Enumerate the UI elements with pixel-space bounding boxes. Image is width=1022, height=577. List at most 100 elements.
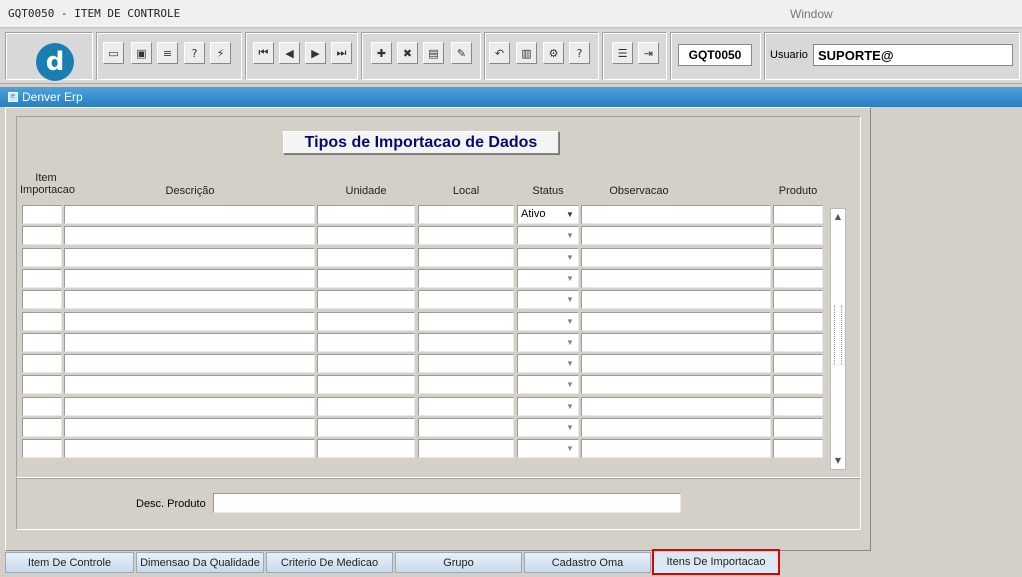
edit-icon[interactable]: ✎: [451, 42, 472, 64]
tab-dimensao-da-qualidade[interactable]: Dimensao Da Qualidade: [136, 552, 264, 573]
cell-descricao[interactable]: [64, 311, 315, 331]
cell-local[interactable]: [418, 247, 514, 267]
scroll-up-icon[interactable]: ▲: [831, 210, 845, 224]
chevron-down-icon[interactable]: ▼: [563, 314, 577, 329]
cell-observacao[interactable]: [581, 247, 771, 267]
cell-item-importacao[interactable]: [22, 354, 62, 374]
cell-descricao[interactable]: [64, 247, 315, 267]
previous-record-icon[interactable]: ◀: [279, 42, 300, 64]
cell-item-importacao[interactable]: [22, 268, 62, 288]
delete-record-icon[interactable]: ✖: [397, 42, 418, 64]
save-icon[interactable]: ▭: [103, 42, 124, 64]
list-icon[interactable]: ▤: [423, 42, 444, 64]
status-select[interactable]: ▼: [517, 354, 579, 374]
cell-unidade[interactable]: [317, 354, 415, 374]
cell-descricao[interactable]: [64, 205, 315, 224]
tab-item-de-controle[interactable]: Item De Controle: [5, 552, 134, 573]
cell-descricao[interactable]: [64, 418, 315, 437]
tab-grupo[interactable]: Grupo: [395, 552, 522, 573]
status-select[interactable]: ▼: [517, 247, 579, 267]
status-select[interactable]: ▼: [517, 439, 579, 459]
tab-criterio-de-medicao[interactable]: Criterio De Medicao: [266, 552, 393, 573]
cell-produto[interactable]: [773, 418, 823, 437]
cell-descricao[interactable]: [64, 354, 315, 374]
status-select[interactable]: ▼: [517, 396, 579, 416]
cell-unidade[interactable]: [317, 247, 415, 267]
cell-descricao[interactable]: [64, 375, 315, 395]
cell-descricao[interactable]: [64, 290, 315, 310]
insert-record-icon[interactable]: ✚: [371, 42, 392, 64]
cell-descricao[interactable]: [64, 396, 315, 416]
cell-observacao[interactable]: [581, 226, 771, 246]
cell-item-importacao[interactable]: [22, 205, 62, 224]
cell-unidade[interactable]: [317, 439, 415, 459]
cell-observacao[interactable]: [581, 268, 771, 288]
cell-item-importacao[interactable]: [22, 418, 62, 437]
cell-produto[interactable]: [773, 354, 823, 374]
chevron-down-icon[interactable]: ▼: [563, 292, 577, 307]
cell-descricao[interactable]: [64, 226, 315, 246]
scroll-down-icon[interactable]: ▼: [831, 454, 845, 468]
cell-unidade[interactable]: [317, 396, 415, 416]
cell-produto[interactable]: [773, 396, 823, 416]
cell-observacao[interactable]: [581, 205, 771, 224]
cell-unidade[interactable]: [317, 418, 415, 437]
chevron-down-icon[interactable]: ▼: [563, 271, 577, 286]
chevron-down-icon[interactable]: ▼: [563, 228, 577, 243]
cell-produto[interactable]: [773, 332, 823, 352]
cell-local[interactable]: [418, 268, 514, 288]
last-record-icon[interactable]: ⏭: [331, 42, 352, 64]
chevron-down-icon[interactable]: ▼: [563, 441, 577, 456]
chevron-down-icon[interactable]: ▼: [563, 207, 577, 222]
cell-item-importacao[interactable]: [22, 375, 62, 395]
cell-item-importacao[interactable]: [22, 396, 62, 416]
cell-unidade[interactable]: [317, 375, 415, 395]
cell-local[interactable]: [418, 332, 514, 352]
cell-local[interactable]: [418, 418, 514, 437]
chevron-down-icon[interactable]: ▼: [563, 335, 577, 350]
help-icon[interactable]: ?: [569, 42, 590, 64]
cell-item-importacao[interactable]: [22, 439, 62, 459]
cell-unidade[interactable]: [317, 311, 415, 331]
status-select[interactable]: ▼: [517, 226, 579, 246]
cell-item-importacao[interactable]: [22, 290, 62, 310]
chevron-down-icon[interactable]: ▼: [563, 399, 577, 414]
print-icon[interactable]: ≡: [157, 42, 178, 64]
cell-item-importacao[interactable]: [22, 332, 62, 352]
cell-observacao[interactable]: [581, 396, 771, 416]
cell-unidade[interactable]: [317, 205, 415, 224]
chevron-down-icon[interactable]: ▼: [563, 356, 577, 371]
cell-descricao[interactable]: [64, 268, 315, 288]
cell-local[interactable]: [418, 354, 514, 374]
cell-produto[interactable]: [773, 290, 823, 310]
cell-unidade[interactable]: [317, 268, 415, 288]
exit-icon[interactable]: ⇥: [638, 42, 659, 64]
window-menu[interactable]: Window: [790, 7, 833, 21]
menu-icon[interactable]: ☰: [612, 42, 633, 64]
cell-observacao[interactable]: [581, 311, 771, 331]
cell-local[interactable]: [418, 439, 514, 459]
cell-unidade[interactable]: [317, 226, 415, 246]
screen-icon[interactable]: ▣: [131, 42, 152, 64]
cell-local[interactable]: [418, 290, 514, 310]
next-record-icon[interactable]: ▶: [305, 42, 326, 64]
cell-local[interactable]: [418, 396, 514, 416]
chevron-down-icon[interactable]: ▼: [563, 420, 577, 435]
tab-cadastro-oma[interactable]: Cadastro Oma: [524, 552, 651, 573]
cell-produto[interactable]: [773, 226, 823, 246]
cell-produto[interactable]: [773, 311, 823, 331]
cell-produto[interactable]: [773, 439, 823, 459]
cell-item-importacao[interactable]: [22, 226, 62, 246]
cell-descricao[interactable]: [64, 332, 315, 352]
status-select[interactable]: ▼: [517, 311, 579, 331]
chevron-down-icon[interactable]: ▼: [563, 250, 577, 265]
cell-observacao[interactable]: [581, 290, 771, 310]
status-select[interactable]: Ativo ▼: [517, 205, 579, 224]
cell-observacao[interactable]: [581, 354, 771, 374]
cell-local[interactable]: [418, 226, 514, 246]
tools-icon[interactable]: ⚙: [543, 42, 564, 64]
cell-produto[interactable]: [773, 247, 823, 267]
cell-local[interactable]: [418, 375, 514, 395]
scroll-grip[interactable]: [834, 305, 842, 365]
cell-observacao[interactable]: [581, 418, 771, 437]
